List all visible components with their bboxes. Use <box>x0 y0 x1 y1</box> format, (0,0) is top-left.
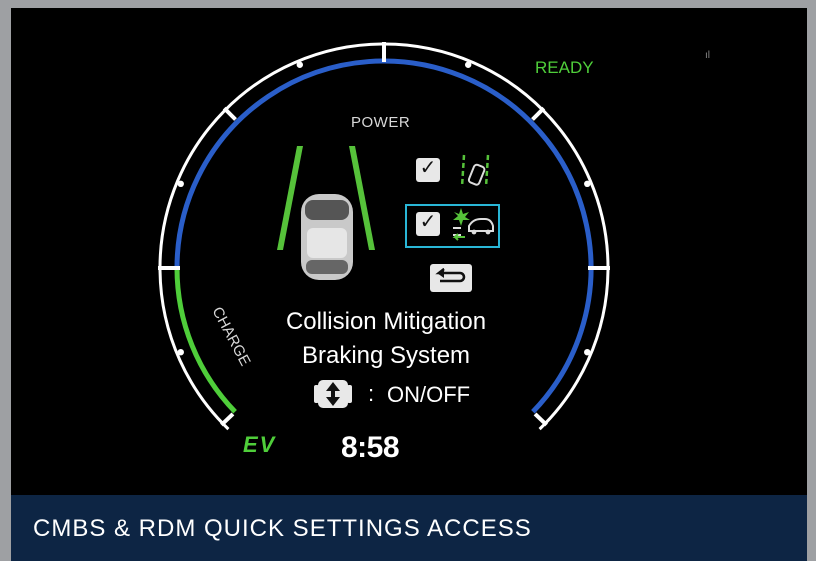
clock: 8:58 <box>341 431 400 464</box>
gauge-tick <box>220 412 235 427</box>
message-separator: : <box>368 381 375 406</box>
instrument-display: POWER READY ıl CHARGE EV ✓ ✓ Collision M… <box>11 8 807 495</box>
message-title-line1: Collision Mitigation <box>285 308 487 335</box>
gauge-dot <box>177 180 184 188</box>
collision-mitigation-icon <box>452 208 494 241</box>
ev-mode-indicator: EV <box>243 432 277 457</box>
gauge-tick <box>533 412 548 427</box>
road-departure-mitigation-icon <box>460 154 490 188</box>
gauge-dot <box>464 61 472 68</box>
ready-indicator: READY <box>535 58 594 77</box>
gauge-dot <box>296 61 304 68</box>
gauge-tick <box>531 106 546 121</box>
gauge-dot <box>584 180 591 188</box>
rdm-checkbox[interactable]: ✓ <box>416 155 440 182</box>
up-down-selector-icon <box>314 380 352 408</box>
back-button[interactable] <box>430 264 472 292</box>
gauge-dot <box>177 348 184 356</box>
signal-icon: ıl <box>705 50 710 61</box>
return-icon <box>435 267 466 283</box>
power-charge-gauge <box>158 42 610 431</box>
cmbs-checkbox[interactable]: ✓ <box>416 209 440 236</box>
car-lane-icon <box>277 146 375 280</box>
caption-text: CMBS & RDM QUICK SETTINGS ACCESS <box>33 515 532 542</box>
caption-bar: CMBS & RDM QUICK SETTINGS ACCESS <box>11 495 807 561</box>
gauge-tick <box>222 106 237 121</box>
message-action: ON/OFF <box>387 382 471 407</box>
power-label: POWER <box>351 114 411 131</box>
outer-ring <box>158 42 610 431</box>
message-title-line2: Braking System <box>301 342 471 369</box>
